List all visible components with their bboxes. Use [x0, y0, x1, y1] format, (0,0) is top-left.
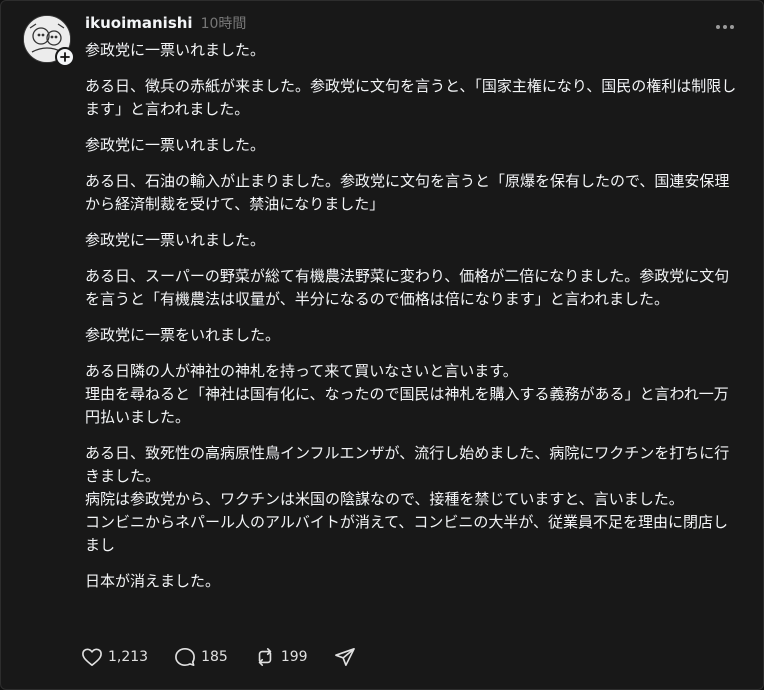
post-body: 参政党に一票いれました。 ある日、徴兵の赤紙が来ました。参政党に文句を言うと、「…	[85, 39, 741, 606]
post-paragraph: ある日、徴兵の赤紙が来ました。参政党に文句を言うと、「国家主権になり、国民の権利…	[85, 77, 737, 118]
post-paragraph: ある日、致死性の高病原性鳥インフルエンザが、流行し始めました、病院にワクチンを打…	[85, 444, 730, 554]
avatar-container[interactable]	[23, 15, 75, 67]
post-paragraph: ある日隣の人が神社の神札を持って来て買いなさいと言います。 理由を尋ねると「神社…	[85, 362, 729, 426]
post-paragraph: ある日、スーパーの野菜が総て有機農法野菜に変わり、価格が二倍になりました。参政党…	[85, 267, 730, 308]
post-paragraph: 参政党に一票いれました。	[85, 41, 266, 59]
like-button[interactable]: 1,213	[81, 647, 148, 667]
heart-icon	[82, 648, 102, 666]
thread-post: ikuoimanishi 10時間 参政党に一票いれました。 ある日、徴兵の赤紙…	[0, 0, 764, 690]
comment-icon	[175, 648, 196, 666]
reply-count: 185	[201, 649, 228, 665]
post-paragraph: 日本が消えました。	[85, 572, 221, 590]
share-button[interactable]	[334, 647, 356, 667]
username-link[interactable]: ikuoimanishi	[85, 14, 193, 32]
repost-icon	[258, 648, 272, 666]
like-count: 1,213	[108, 649, 149, 665]
post-paragraph: 参政党に一票いれました。	[85, 136, 266, 154]
post-timestamp[interactable]: 10時間	[201, 13, 247, 33]
follow-button[interactable]	[55, 47, 75, 67]
reply-button[interactable]: 185	[174, 647, 228, 667]
post-paragraph: 参政党に一票をいれました。	[85, 326, 281, 344]
repost-count: 199	[280, 649, 308, 665]
post-header: ikuoimanishi 10時間	[85, 13, 246, 33]
plus-icon	[60, 52, 70, 62]
post-paragraph: 参政党に一票いれました。	[85, 231, 266, 249]
more-options-button[interactable]	[713, 15, 737, 39]
repost-button[interactable]: 199	[254, 647, 308, 667]
share-icon	[334, 648, 355, 666]
post-paragraph: ある日、石油の輸入が止まりました。参政党に文句を言うと「原爆を保有したので、国連…	[85, 172, 730, 213]
more-dots-icon	[716, 25, 734, 29]
action-bar: 1,213 185 199	[81, 647, 356, 667]
